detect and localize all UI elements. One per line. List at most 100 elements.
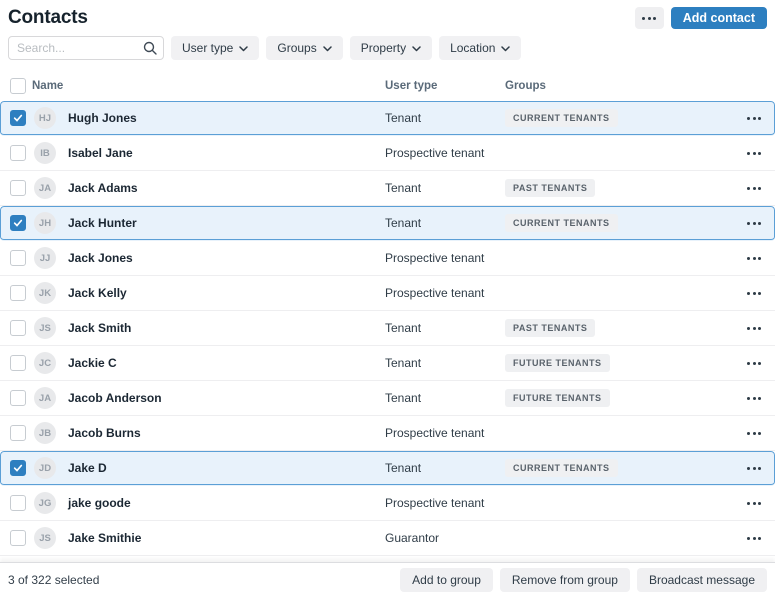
contact-name: Jack Hunter [68,216,137,230]
footer-action-button[interactable]: Broadcast message [636,567,767,592]
row-menu-button[interactable] [745,148,763,159]
ellipsis-icon [747,396,761,400]
add-contact-button[interactable]: Add contact [670,7,767,29]
filter-button-label: Groups [277,41,317,55]
row-menu-button[interactable] [745,183,763,194]
contact-name: Jack Smith [68,321,132,335]
row-checkbox[interactable] [10,180,26,196]
chevron-down-icon [412,41,421,55]
table-row[interactable]: JG jake goode Prospective tenant [0,486,775,521]
avatar: HJ [34,107,56,129]
avatar: JH [34,212,56,234]
row-checkbox[interactable] [10,530,26,546]
table-row[interactable]: JS Jake Smithie Guarantor [0,521,775,556]
filter-button-label: Location [450,41,496,55]
table-row[interactable]: HJ Hugh Jones Tenant CURRENT TENANTS [0,101,775,136]
group-badge: PAST TENANTS [505,179,596,197]
user-type-value: Tenant [385,216,422,230]
column-header-name: Name [32,80,64,92]
group-badge: CURRENT TENANTS [505,214,618,232]
row-menu-button[interactable] [745,358,763,369]
contact-name: Jacob Anderson [68,391,162,405]
row-menu-button[interactable] [745,393,763,404]
user-type-value: Tenant [385,181,422,195]
footer-actions: Add to group Remove from group Broadcast… [400,567,767,592]
selection-footer: 3 of 322 selected Add to group Remove fr… [0,562,775,596]
row-checkbox[interactable] [10,495,26,511]
filter-button[interactable]: Property [349,36,433,60]
contact-name: Jake Smithie [68,531,142,545]
avatar: JK [34,282,56,304]
row-menu-button[interactable] [745,428,763,439]
more-actions-button[interactable] [634,7,664,29]
row-checkbox[interactable] [10,355,26,371]
ellipsis-icon [747,256,761,260]
avatar: JB [34,422,56,444]
row-checkbox[interactable] [10,110,26,126]
table-row[interactable]: JB Jacob Burns Prospective tenant [0,416,775,451]
user-type-value: Tenant [385,391,422,405]
ellipsis-icon [747,291,761,295]
table-row[interactable]: JA Jack Adams Tenant PAST TENANTS [0,171,775,206]
table-row[interactable]: JS Jack Smith Tenant PAST TENANTS [0,311,775,346]
avatar: JS [34,527,56,549]
row-checkbox[interactable] [10,145,26,161]
group-badge: CURRENT TENANTS [505,109,618,127]
group-badge: PAST TENANTS [505,319,596,337]
user-type-value: Prospective tenant [385,286,485,300]
search-input[interactable] [8,36,164,60]
table-row[interactable]: IB Isabel Jane Prospective tenant [0,136,775,171]
table-row[interactable]: JH Jack Hunter Tenant CURRENT TENANTS [0,206,775,241]
search-box [8,36,164,60]
row-menu-button[interactable] [745,218,763,229]
filter-button[interactable]: User type [171,36,260,60]
avatar: JA [34,177,56,199]
row-checkbox[interactable] [10,390,26,406]
row-checkbox[interactable] [10,215,26,231]
row-menu-button[interactable] [745,463,763,474]
user-type-value: Tenant [385,111,422,125]
filter-button[interactable]: Location [439,36,522,60]
footer-action-button[interactable]: Add to group [400,567,493,592]
table-row[interactable]: JC Jackie C Tenant FUTURE TENANTS [0,346,775,381]
row-checkbox[interactable] [10,320,26,336]
avatar: JS [34,317,56,339]
avatar: JD [34,457,56,479]
avatar: JA [34,387,56,409]
table-row[interactable]: JA Jacob Anderson Tenant FUTURE TENANTS [0,381,775,416]
table-header: Name User type Groups [0,71,775,101]
ellipsis-icon [747,186,761,190]
select-all-checkbox[interactable] [10,78,26,94]
table-row[interactable]: JD Jake D Tenant CURRENT TENANTS [0,451,775,486]
row-menu-button[interactable] [745,253,763,264]
user-type-value: Tenant [385,321,422,335]
filter-button[interactable]: Groups [266,36,343,60]
group-badge: CURRENT TENANTS [505,459,618,477]
ellipsis-icon [747,501,761,505]
contact-name: Jacob Burns [68,426,141,440]
row-menu-button[interactable] [745,533,763,544]
row-menu-button[interactable] [745,113,763,124]
table-row[interactable]: JK Jack Kelly Prospective tenant [0,276,775,311]
footer-action-button[interactable]: Remove from group [499,567,630,592]
contact-name: Jake D [68,461,107,475]
row-menu-button[interactable] [745,288,763,299]
row-menu-button[interactable] [745,498,763,509]
user-type-value: Tenant [385,356,422,370]
row-checkbox[interactable] [10,425,26,441]
contacts-list: HJ Hugh Jones Tenant CURRENT TENANTS IB … [0,101,775,557]
chevron-down-icon [322,41,332,55]
user-type-value: Prospective tenant [385,251,485,265]
row-menu-button[interactable] [745,323,763,334]
user-type-value: Guarantor [385,531,440,545]
row-checkbox[interactable] [10,285,26,301]
column-header-user-type: User type [385,80,438,92]
row-checkbox[interactable] [10,460,26,476]
avatar: IB [34,142,56,164]
ellipsis-icon [747,466,761,470]
table-row[interactable]: JJ Jack Jones Prospective tenant [0,241,775,276]
row-checkbox[interactable] [10,250,26,266]
group-badge: FUTURE TENANTS [505,354,610,372]
filter-button-label: User type [182,41,234,55]
user-type-value: Prospective tenant [385,426,485,440]
